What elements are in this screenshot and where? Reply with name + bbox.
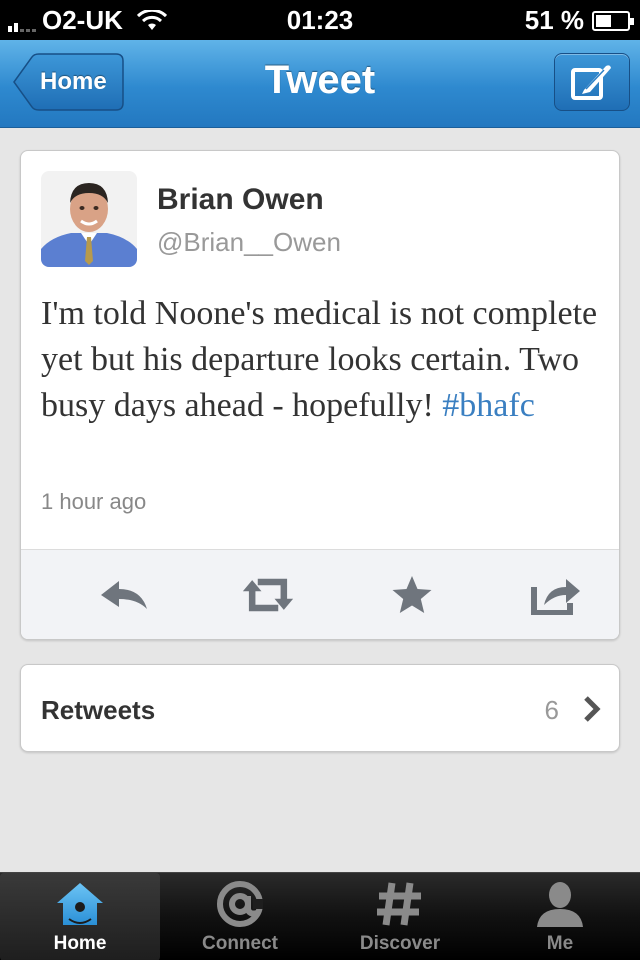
battery-nub	[630, 17, 634, 25]
tab-home-label: Home	[53, 933, 107, 954]
chevron-right-icon	[584, 696, 601, 722]
hashtag-icon	[377, 882, 421, 926]
tweet-actions-bar	[21, 549, 619, 639]
tab-discover-label: Discover	[359, 933, 441, 954]
tab-bar: Home Connect Discover Me	[0, 872, 640, 960]
battery-percent: 51 %	[524, 5, 584, 35]
reply-button[interactable]	[97, 572, 151, 618]
author-handle[interactable]: @Brian__Owen	[157, 227, 341, 258]
battery-icon	[592, 10, 634, 31]
status-bar: O2-UK 01:23 51 %	[0, 0, 640, 40]
reply-icon	[101, 581, 147, 609]
page-title: Tweet	[264, 58, 376, 102]
navigation-bar: Home Tweet	[0, 40, 640, 128]
tweet-card: Brian Owen @Brian__Owen I'm told Noone's…	[20, 150, 620, 640]
tweet-text: I'm told Noone's medical is not complete…	[41, 291, 611, 429]
retweets-count: 6	[544, 695, 559, 725]
person-icon	[537, 882, 583, 927]
at-sign-icon	[217, 881, 263, 927]
favorite-button[interactable]	[385, 572, 439, 618]
retweets-label: Retweets	[41, 695, 156, 725]
tab-discover[interactable]: Discover	[320, 873, 480, 960]
compose-icon	[571, 65, 611, 100]
retweet-button[interactable]	[241, 572, 295, 618]
battery-fill	[596, 14, 611, 27]
home-icon	[57, 883, 103, 925]
retweet-icon	[242, 578, 294, 612]
tab-connect-label: Connect	[202, 933, 278, 954]
share-icon	[531, 579, 580, 615]
status-right: 51 %	[524, 5, 634, 36]
compose-button[interactable]	[554, 53, 630, 111]
tab-connect[interactable]: Connect	[160, 873, 320, 960]
avatar[interactable]	[41, 171, 137, 267]
author-name[interactable]: Brian Owen	[157, 183, 324, 217]
share-button[interactable]	[529, 572, 583, 618]
avatar-photo	[41, 171, 137, 267]
tab-me[interactable]: Me	[480, 873, 640, 960]
tab-me-label: Me	[546, 933, 574, 954]
tweet-timestamp: 1 hour ago	[41, 489, 147, 514]
tab-home[interactable]: Home	[0, 873, 160, 960]
favorite-star-icon	[392, 576, 432, 613]
retweets-row[interactable]: Retweets 6	[20, 664, 620, 752]
hashtag-link[interactable]: #bhafc	[442, 387, 535, 424]
